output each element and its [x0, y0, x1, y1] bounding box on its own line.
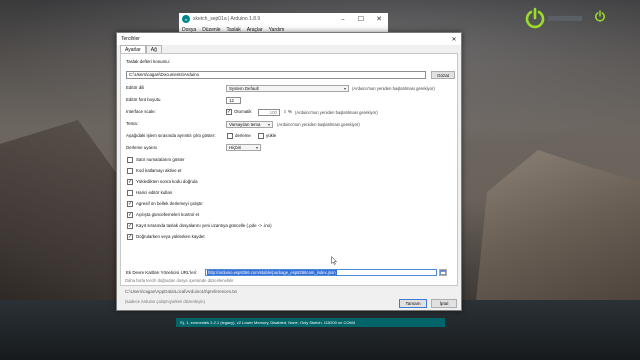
preferences-dialog: Tercihler ✕ Ayarlar Ağ Taslak defteri ko…: [116, 32, 462, 311]
boards-manager-url-label: Ek Devre Kartları Yöneticisi URL'leri:: [126, 270, 198, 275]
check-updates-checkbox[interactable]: ✓: [127, 212, 133, 218]
interface-scale-note: (Arduino'nun yeniden başlatılması gereki…: [295, 110, 378, 115]
dialog-titlebar: Tercihler ✕: [117, 33, 461, 45]
scale-stepper[interactable]: ⇕: [283, 109, 287, 115]
aggressive-cache-label: Agresif ön bellek derlemeyi çalıştır: [136, 201, 203, 206]
theme-select[interactable]: Varsayılan tema ▾: [226, 121, 273, 128]
cancel-button[interactable]: İptal: [431, 299, 457, 308]
editor-language-label: Editör dili: [126, 85, 145, 90]
maximize-button[interactable]: ☐: [352, 13, 370, 25]
settings-panel: Taslak defteri konumu: C:\Users\cagan\Do…: [120, 53, 458, 286]
window-controls: – ☐ ✕: [334, 13, 388, 25]
dialog-title: Tercihler: [121, 36, 140, 42]
update-extension-checkbox[interactable]: ✓: [127, 223, 133, 229]
code-folding-checkbox[interactable]: [127, 168, 133, 174]
window-icon: [440, 270, 446, 275]
line-numbers-label: Satır numaralarını göster: [136, 157, 185, 162]
font-size-label: Editör font boyutu: [126, 97, 161, 102]
compiler-warnings-value: Hiçbiri: [229, 145, 242, 150]
scale-percent-field[interactable]: 100: [258, 109, 280, 116]
verbose-compile-checkbox[interactable]: [227, 133, 233, 139]
verbose-upload-checkbox[interactable]: [258, 133, 264, 139]
widget-bar: [548, 16, 582, 21]
update-extension-label: Kayıt sırasında taslak dosyalarını yeni …: [136, 223, 272, 228]
auto-scale-checkbox[interactable]: ✓: [226, 109, 232, 115]
ok-button[interactable]: Tamam: [399, 299, 427, 308]
save-on-verify-checkbox[interactable]: ✓: [127, 234, 133, 240]
aggressive-cache-checkbox[interactable]: ✓: [127, 201, 133, 207]
external-editor-checkbox[interactable]: [127, 190, 133, 196]
external-editor-label: Harici editör kullan: [136, 190, 173, 195]
code-folding-label: Kod katlamayı aktive et: [136, 168, 182, 173]
font-size-field[interactable]: 12: [226, 97, 241, 104]
save-on-verify-label: Doğrularken veya yüklerken kaydet: [136, 234, 205, 239]
power-icon[interactable]: [594, 10, 606, 22]
ide-window-title: sketch_sep01a | Arduino 1.8.9: [193, 16, 261, 22]
edit-only-when-closed-note: (sadece Arduino çalışmıyorken düzenleyin…: [125, 299, 205, 304]
line-numbers-checkbox[interactable]: [127, 157, 133, 163]
sketchbook-path-field[interactable]: C:\Users\cagan\Documents\Arduino: [126, 71, 426, 79]
power-icon[interactable]: [524, 7, 546, 29]
interface-scale-label: Interface scale:: [126, 109, 156, 114]
ide-titlebar: ∞ sketch_sep01a | Arduino 1.8.9 – ☐ ✕: [179, 13, 388, 25]
verify-after-upload-label: Yükledikten sonra kodu doğrula: [136, 179, 198, 184]
edit-urls-button[interactable]: [439, 269, 447, 276]
preferences-file-path[interactable]: C:\Users\cagan\AppData\Local\Arduino15\p…: [125, 289, 237, 294]
minimize-button[interactable]: –: [334, 13, 352, 25]
compiler-warnings-label: Derleme uyarısı: [126, 145, 157, 150]
editor-language-note: (Arduino'nun yeniden başlatılması gereki…: [352, 86, 435, 91]
sketchbook-label: Taslak defteri konumu:: [126, 59, 170, 64]
more-prefs-note: Daha fazla tercih doğrudan dosya içerisi…: [125, 278, 234, 283]
boards-manager-url-value: http://arduino.esp8266.com/stable/packag…: [207, 270, 337, 275]
verify-after-upload-checkbox[interactable]: ✓: [127, 179, 133, 185]
verbose-upload-label: yükle: [266, 133, 277, 138]
arduino-logo-icon: ∞: [182, 15, 190, 23]
theme-note: (Arduino'nun yeniden başlatılması gereki…: [277, 122, 360, 127]
scale-unit: %: [288, 109, 292, 114]
chevron-down-icon: ▾: [255, 145, 258, 150]
mouse-pointer-icon: [331, 255, 338, 265]
chevron-down-icon: ▾: [267, 122, 270, 127]
chevron-down-icon: ▾: [343, 86, 346, 91]
compiler-warnings-select[interactable]: Hiçbiri ▾: [226, 144, 261, 151]
boards-manager-url-field[interactable]: http://arduino.esp8266.com/stable/packag…: [205, 269, 437, 276]
verbose-compile-label: derleme: [235, 133, 251, 138]
theme-label: Tema:: [126, 121, 138, 126]
browse-button[interactable]: Gözat: [431, 71, 455, 79]
check-updates-label: Açılışta güncellemeleri kontrol et: [136, 212, 200, 217]
theme-value: Varsayılan tema: [229, 122, 261, 127]
editor-language-select[interactable]: System Default ▾: [226, 85, 349, 92]
verbose-output-label: Aşağıdaki işlem sırasında ayrıntılı çıkt…: [126, 133, 216, 138]
dialog-close-button[interactable]: ✕: [447, 33, 461, 45]
auto-scale-label: Otomatik: [234, 109, 252, 114]
close-button[interactable]: ✕: [370, 13, 388, 25]
editor-language-value: System Default: [229, 86, 259, 91]
ide-status-bar: S), 1, ecmondek 2.2.1 (legacy), v2 Lower…: [176, 318, 445, 327]
